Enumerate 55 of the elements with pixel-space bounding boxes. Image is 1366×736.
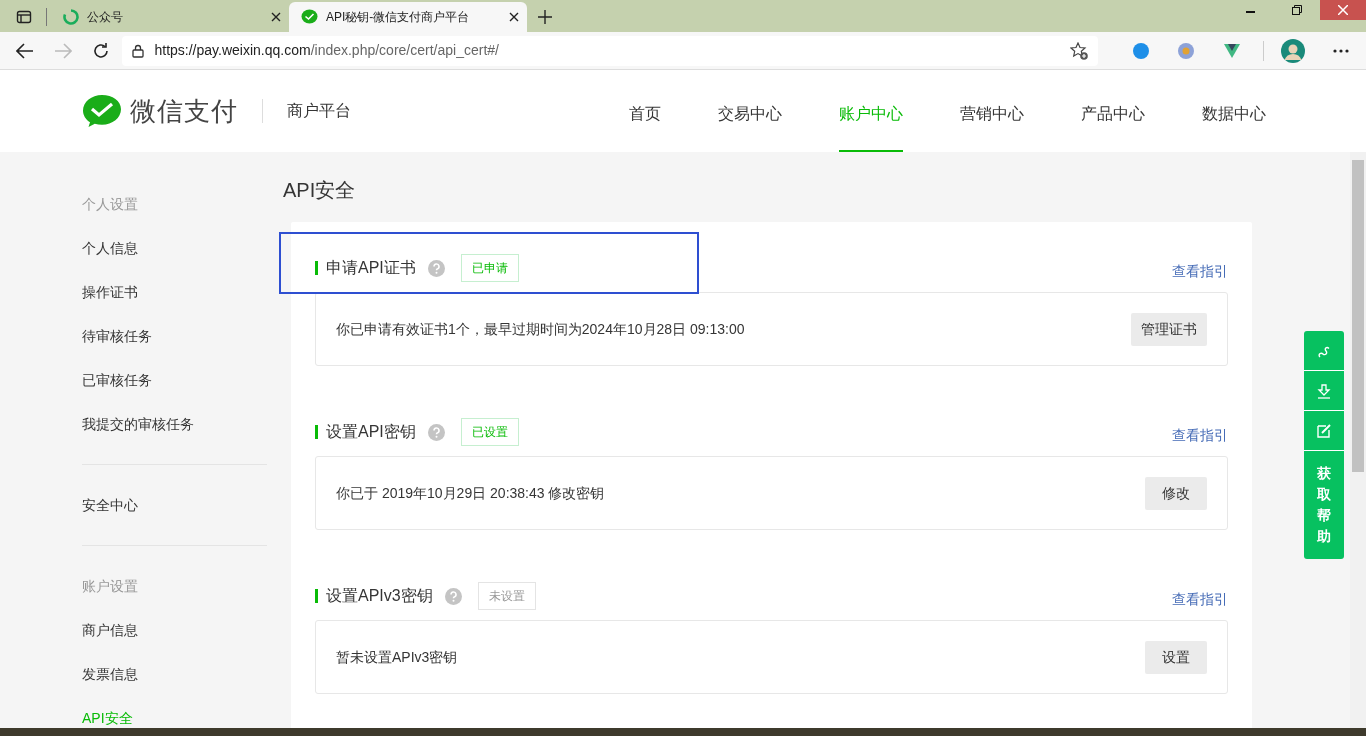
v-logo-icon[interactable]: [1223, 41, 1242, 60]
sidebar-item[interactable]: 操作证书: [82, 270, 267, 314]
tab-title: 公众号: [87, 9, 124, 26]
globe-extension-icon[interactable]: [1177, 41, 1196, 60]
status-tag: 未设置: [477, 582, 536, 610]
page-title: API安全: [283, 178, 357, 202]
chat-bubble-logo-icon: [82, 94, 122, 128]
tab-title: API秘钥-微信支付商户平台: [326, 9, 471, 26]
section-title: 设置APIv3密钥: [315, 589, 433, 603]
sidebar-item[interactable]: 我提交的审核任务: [82, 402, 267, 446]
guide-link[interactable]: 查看指引: [1172, 425, 1228, 446]
sidebar-item[interactable]: 发票信息: [82, 652, 267, 696]
scrollbar[interactable]: [1350, 152, 1366, 728]
nav-link[interactable]: 产品中心: [1081, 74, 1145, 152]
section-button[interactable]: 设置: [1145, 640, 1207, 674]
chat-bubble-icon: [301, 9, 318, 25]
section-button[interactable]: 修改: [1145, 476, 1207, 510]
platform-name: 商户平台: [262, 99, 351, 123]
sidebar-item[interactable]: 商户信息: [82, 608, 267, 652]
sidebar-item[interactable]: 已审核任务: [82, 358, 267, 402]
close-icon[interactable]: [271, 12, 281, 22]
close-icon[interactable]: [509, 12, 519, 22]
section-button[interactable]: 管理证书: [1131, 312, 1207, 346]
sidebar-item[interactable]: 个人信息: [82, 226, 267, 270]
window-close-icon[interactable]: [1320, 0, 1366, 20]
sidebar-heading: 个人设置: [82, 194, 139, 214]
sidebar-heading: 账户设置: [82, 576, 139, 596]
nav-link[interactable]: 营销中心: [960, 74, 1024, 152]
section-title: 申请API证书: [315, 261, 416, 275]
lock-icon: [132, 43, 145, 58]
status-tag: 已设置: [460, 418, 519, 446]
sidebar-item[interactable]: 安全中心: [82, 483, 267, 527]
nav-link[interactable]: 数据中心: [1202, 74, 1266, 152]
avatar-icon[interactable]: [1280, 38, 1305, 63]
edit-icon[interactable]: [1316, 422, 1332, 439]
status-tag: 已申请: [460, 254, 519, 282]
nav-link[interactable]: 交易中心: [718, 74, 782, 152]
section-description: 你已申请有效证书1个，最早过期时间为2024年10月28日 09:13:00: [336, 319, 745, 339]
address-bar[interactable]: https://pay.weixin.qq.com/index.php/core/cert/api_cert#/: [122, 35, 1099, 66]
section-description: 暂未设置APIv3密钥: [336, 647, 458, 667]
guide-link[interactable]: 查看指引: [1172, 261, 1228, 282]
browser-tab[interactable]: API秘钥-微信支付商户平台: [289, 2, 527, 32]
sidebar-item[interactable]: 待审核任务: [82, 314, 267, 358]
nav-link[interactable]: 首页: [629, 74, 661, 152]
guide-link[interactable]: 查看指引: [1172, 589, 1228, 610]
scrollbar-thumb[interactable]: [1352, 160, 1364, 472]
download-icon[interactable]: [1316, 382, 1332, 399]
more-icon[interactable]: [1332, 48, 1349, 53]
url-text: https://pay.weixin.qq.com/index.php/core/cert/api_cert#/: [154, 41, 500, 60]
section-title: 设置API密钥: [315, 425, 416, 439]
section-description: 你已于 2019年10月29日 20:38:43 修改密钥: [336, 483, 605, 503]
browser-tab[interactable]: 公众号: [51, 2, 289, 32]
logo-text: 微信支付: [130, 94, 238, 128]
circle-extension-icon[interactable]: [1131, 41, 1150, 60]
star-plus-icon[interactable]: [1070, 41, 1089, 60]
